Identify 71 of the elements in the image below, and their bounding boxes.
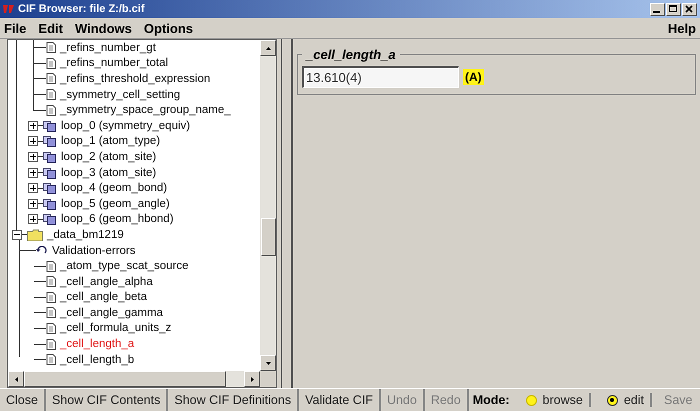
expander-icon[interactable] [28, 120, 38, 131]
minimize-button[interactable] [650, 2, 665, 16]
stacked-pages-icon [43, 150, 57, 163]
value-field[interactable]: 13.610(4) [302, 66, 459, 88]
close-button[interactable] [682, 2, 697, 16]
app-logo-icon [3, 4, 15, 14]
minimize-icon [653, 10, 660, 12]
menu-item[interactable]: Windows [74, 20, 132, 36]
expander-icon[interactable] [28, 152, 38, 162]
unit-label: (A) [463, 69, 484, 85]
tree-item[interactable]: Validation-errors [52, 244, 136, 257]
scroll-thumb[interactable] [261, 218, 276, 256]
horizontal-scrollbar[interactable] [8, 371, 260, 387]
tree-item[interactable]: _cell_angle_beta [60, 291, 147, 304]
stacked-pages-icon [43, 213, 57, 226]
splitter[interactable] [281, 39, 293, 388]
tree-item[interactable]: _cell_angle_alpha [60, 276, 153, 288]
menu-item[interactable]: Edit [38, 20, 63, 36]
tree-item[interactable]: _data_bm1219 [47, 228, 124, 241]
field-title: _cell_length_a [304, 47, 397, 62]
stacked-pages-icon [43, 135, 57, 148]
stacked-pages-icon [43, 182, 57, 194]
tree-item[interactable]: _atom_type_scat_source [60, 260, 188, 272]
tree-item[interactable]: loop_6 (geom_hbond) [61, 213, 174, 226]
vertical-scrollbar[interactable] [260, 40, 276, 371]
expander-icon[interactable] [28, 214, 38, 224]
document-icon [46, 292, 56, 303]
document-icon [46, 58, 56, 69]
mode-label: Mode: [472, 393, 510, 407]
maximize-icon [667, 4, 679, 14]
document-icon [46, 338, 56, 350]
curved-arrow-icon [36, 246, 48, 256]
document-icon [46, 322, 56, 334]
maximize-button[interactable] [666, 2, 681, 16]
tree-item[interactable]: _symmetry_space_group_name_ [60, 104, 231, 116]
document-icon [46, 354, 56, 366]
tree-item[interactable]: loop_4 (geom_bond) [61, 182, 168, 194]
document-icon [46, 307, 56, 318]
document-icon [46, 73, 56, 84]
expander-icon[interactable] [28, 168, 38, 178]
tree-item[interactable]: _cell_length_b [60, 354, 134, 366]
window-title: CIF Browser: file Z:/b.cif [18, 3, 146, 15]
tree-item[interactable]: _refins_threshold_expression [60, 72, 210, 85]
menu-item[interactable]: Options [144, 20, 194, 36]
tree-item[interactable]: loop_1 (atom_type) [61, 135, 160, 148]
stacked-pages-icon [43, 120, 57, 132]
expander-icon[interactable] [28, 198, 38, 209]
document-icon [46, 89, 56, 100]
tree-item[interactable]: _cell_formula_units_z [60, 322, 172, 334]
scroll-thumb[interactable] [24, 371, 226, 387]
menu-item[interactable]: Help [668, 20, 696, 36]
expander-icon[interactable] [12, 230, 22, 240]
folder-icon [27, 228, 43, 241]
tree-item[interactable]: _refins_number_gt [60, 42, 156, 54]
tree-item[interactable]: _symmetry_cell_setting [60, 88, 180, 101]
tree-item[interactable]: _cell_angle_gamma [60, 306, 163, 319]
document-icon [46, 260, 56, 272]
close-icon [683, 4, 695, 14]
stacked-pages-icon [43, 166, 57, 179]
tree-item[interactable]: loop_0 (symmetry_equiv) [61, 120, 190, 132]
tree-item[interactable]: loop_2 (atom_site) [61, 150, 156, 163]
tree-item[interactable]: _cell_length_a [60, 338, 134, 350]
expander-icon[interactable] [28, 183, 38, 194]
tree-item[interactable]: loop_3 (atom_site) [61, 166, 156, 179]
stacked-pages-icon [43, 198, 57, 210]
expander-icon[interactable] [28, 136, 38, 146]
tree-item[interactable]: loop_5 (geom_angle) [61, 198, 170, 210]
menu-item[interactable]: File [4, 20, 26, 36]
document-icon [46, 276, 56, 288]
document-icon [46, 104, 56, 116]
tree-item[interactable]: _refins_number_total [60, 57, 168, 70]
